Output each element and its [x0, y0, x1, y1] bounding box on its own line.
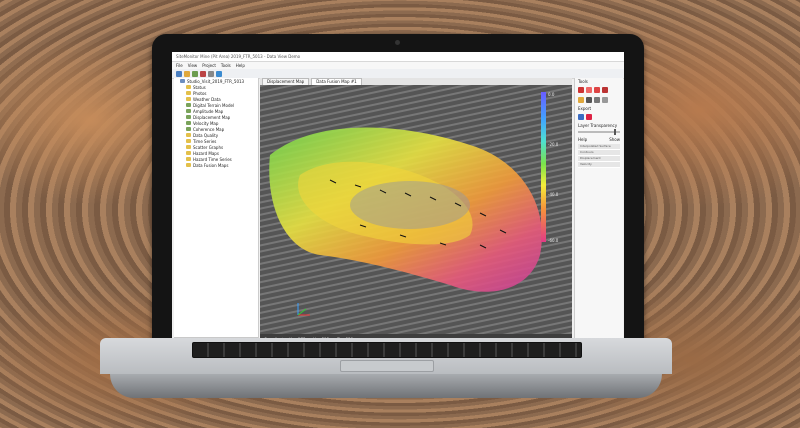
folder-icon[interactable]: [184, 70, 190, 77]
menu-tools[interactable]: Tools: [221, 63, 231, 68]
folder-icon: [186, 145, 191, 149]
export-icon[interactable]: [578, 114, 584, 120]
slider-knob[interactable]: [614, 129, 616, 135]
terrain-3d-view[interactable]: [260, 85, 572, 334]
laptop-screen-bezel: SiteMonitor Mine (Pit Area) 2019_FTR_501…: [152, 34, 644, 373]
show-label[interactable]: Show: [609, 137, 620, 142]
map-icon: [186, 103, 191, 107]
folder-icon: [186, 163, 191, 167]
map-icon: [186, 109, 191, 113]
map-icon: [186, 121, 191, 125]
window-title: SiteMonitor Mine (Pit Area) 2019_FTR_501…: [176, 54, 301, 59]
view-tabs: Displacement Map Data Fusion Map #1: [260, 78, 572, 85]
keyboard: [192, 342, 582, 358]
export-pdf-icon[interactable]: [586, 114, 592, 120]
menu-help[interactable]: Help: [236, 63, 245, 68]
rotate-tool-icon[interactable]: [602, 97, 608, 103]
settings-icon[interactable]: [208, 70, 214, 77]
tools-panel: Tools Export Layer Transparency Help Sho…: [574, 78, 623, 344]
color-scale-bar: [541, 92, 546, 242]
laptop-deck: [100, 338, 672, 374]
menu-bar: File View Project Tools Help: [172, 62, 624, 69]
help-row: Help Show: [575, 135, 623, 144]
select-tool-icon[interactable]: [578, 87, 584, 93]
folder-icon: [186, 133, 191, 137]
folder-icon: [186, 91, 191, 95]
transparency-slider[interactable]: [578, 129, 620, 135]
folder-icon: [186, 97, 191, 101]
menu-project[interactable]: Project: [202, 63, 216, 68]
layer-tool-icon[interactable]: [578, 97, 584, 103]
pin-tool-icon[interactable]: [586, 87, 592, 93]
folder-icon: [186, 139, 191, 143]
colorbar-label: -40.0: [548, 192, 559, 197]
flag-tool-icon[interactable]: [602, 87, 608, 93]
pit-floor: [350, 181, 470, 229]
webcam: [395, 40, 400, 45]
map-icon: [186, 115, 191, 119]
map-icon: [186, 127, 191, 131]
tool-row: [575, 85, 623, 95]
folder-icon: [186, 157, 191, 161]
folder-icon: [186, 151, 191, 155]
tab-displacement-map[interactable]: Displacement Map: [262, 78, 310, 85]
folder-icon: [186, 85, 191, 89]
tree-item[interactable]: Data Fusion Maps: [174, 162, 258, 168]
export-heading: Export: [578, 106, 592, 111]
record-icon[interactable]: [200, 70, 206, 77]
colorbar-label: 0.0: [548, 92, 555, 97]
pan-tool-icon[interactable]: [594, 97, 600, 103]
tab-data-fusion-map[interactable]: Data Fusion Map #1: [311, 78, 362, 85]
export-row: [575, 112, 623, 122]
laptop-base: [100, 338, 672, 398]
menu-view[interactable]: View: [188, 63, 198, 68]
zoom-tool-icon[interactable]: [586, 97, 592, 103]
marker-tool-icon[interactable]: [594, 87, 600, 93]
laptop-front-edge: [110, 374, 662, 398]
tools-heading: Tools: [578, 79, 588, 84]
tool-row: [575, 95, 623, 105]
info-icon[interactable]: [216, 70, 222, 77]
help-label[interactable]: Help: [578, 137, 587, 142]
app-window: SiteMonitor Mine (Pit Area) 2019_FTR_501…: [172, 52, 624, 355]
map-viewport[interactable]: Displacement Map Data Fusion Map #1 0.0 …: [260, 78, 572, 344]
layer-list: Interpolated Surface Contours Displaceme…: [575, 144, 623, 168]
layer-item[interactable]: Velocity: [578, 162, 620, 168]
save-icon[interactable]: [192, 70, 198, 77]
menu-file[interactable]: File: [176, 63, 183, 68]
open-icon[interactable]: [176, 70, 182, 77]
project-icon: [180, 79, 185, 83]
colorbar-label: -20.0: [548, 142, 559, 147]
transparency-heading: Layer Transparency: [578, 123, 618, 128]
project-panel: Studio_Visit_2019_FTR_5013 Status Photos…: [174, 78, 279, 344]
colorbar-label: -60.0: [548, 238, 559, 243]
trackpad: [340, 360, 434, 372]
window-titlebar: SiteMonitor Mine (Pit Area) 2019_FTR_501…: [172, 52, 624, 62]
